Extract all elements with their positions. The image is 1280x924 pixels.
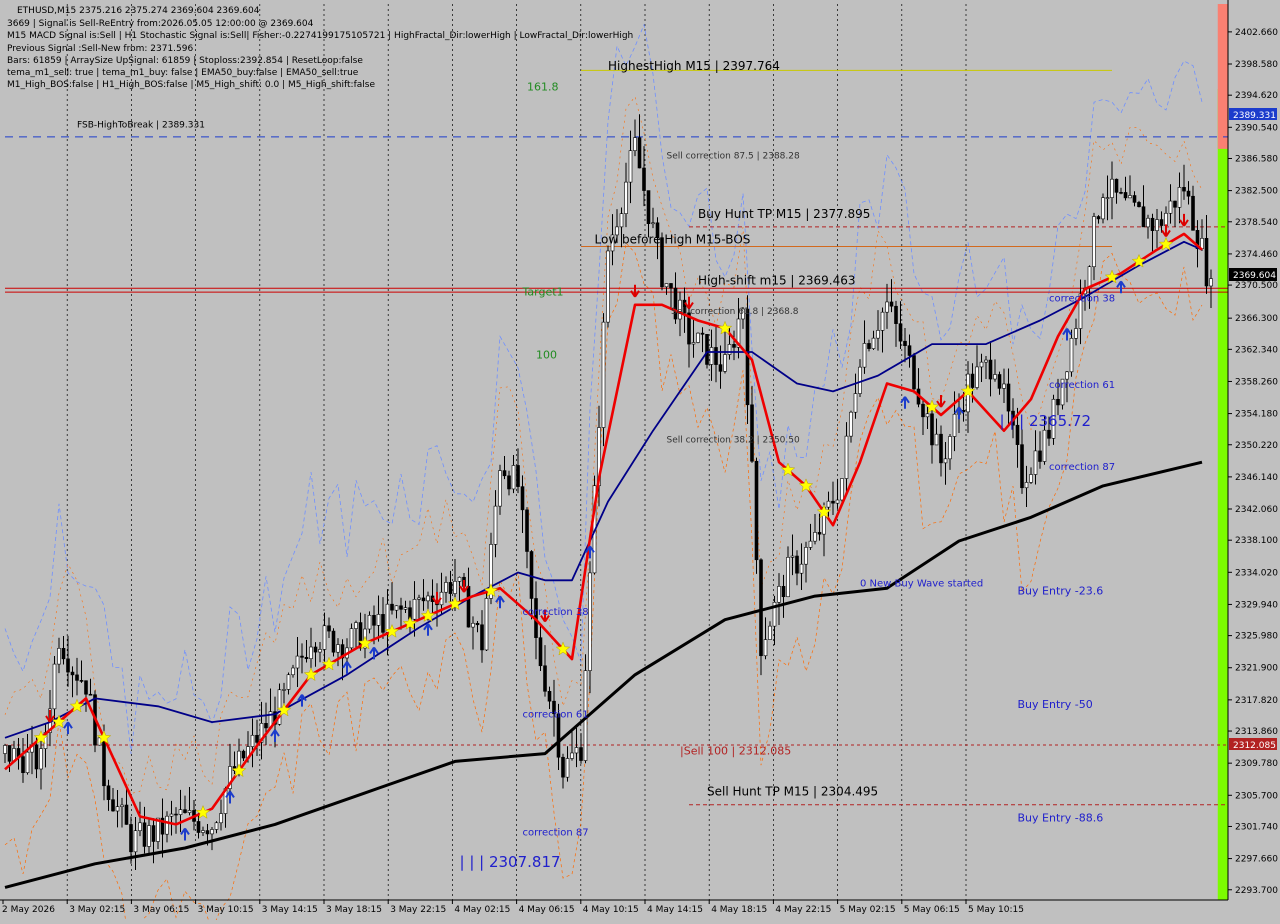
time-label: 2 May 2026: [2, 905, 55, 915]
candle: [696, 332, 700, 344]
price-label: 2370.500: [1235, 281, 1278, 291]
candle: [484, 591, 489, 652]
sell-hunt-label: Sell Hunt TP M15 | 2304.495: [707, 784, 878, 798]
time-label: 4 May 02:15: [454, 905, 510, 915]
price-label: 2378.540: [1235, 218, 1278, 228]
correction-61-b: correction 61: [1049, 380, 1115, 391]
info-line-1: 3669 | Signal is Sell-ReEntry from:2026.…: [7, 19, 314, 29]
price-label: 2394.620: [1235, 91, 1278, 101]
time-label: 4 May 10:15: [583, 905, 639, 915]
time-label: 5 May 02:15: [840, 905, 896, 915]
price-label: 2293.700: [1235, 886, 1278, 896]
price-axis[interactable]: 2402.660 2398.580 2394.620 2390.540 2386.580…: [1227, 0, 1280, 900]
price-label: 2317.820: [1235, 696, 1278, 706]
target-label: Target1: [522, 285, 564, 298]
candle: [1101, 193, 1105, 224]
price-label: 2325.980: [1235, 632, 1278, 642]
price-label: 2334.020: [1235, 568, 1278, 578]
price-label: 2366.300: [1235, 314, 1278, 324]
buy-entry-236: Buy Entry -23.6: [1018, 585, 1104, 598]
sell-100-price-tag-text: 2312.085: [1233, 741, 1276, 751]
candle: [592, 475, 597, 575]
info-line-2: M15 MACD Signal is:Sell | H1 Stochastic …: [7, 31, 633, 41]
price-label: 2362.340: [1235, 345, 1278, 355]
sell-correction-382: Sell correction 38.2 | 2350.50: [667, 436, 800, 446]
correction-38-a: correction 38: [523, 607, 589, 618]
time-label: 3 May 10:15: [198, 905, 254, 915]
price-label: 2338.100: [1235, 536, 1278, 546]
candle: [601, 313, 606, 447]
sell-correction-618: Sell correction 61.8 | 2368.8: [671, 307, 799, 317]
price-label: 2313.860: [1235, 727, 1278, 737]
buy-hunt-label: Buy Hunt TP M15 | 2377.895: [698, 207, 870, 221]
price-label: 2358.260: [1235, 377, 1278, 387]
price-label: 2297.660: [1235, 855, 1278, 865]
buy-entry-886: Buy Entry -88.6: [1018, 811, 1104, 824]
time-label: 4 May 22:15: [775, 905, 831, 915]
fib-1618-label: 161.8: [527, 81, 559, 94]
correction-61-a: correction 61: [523, 709, 589, 720]
candle: [606, 245, 610, 328]
correction-38-b: correction 38: [1049, 294, 1115, 305]
price-label: 2350.220: [1235, 441, 1278, 451]
time-label: 5 May 06:15: [904, 905, 960, 915]
time-label: 3 May 22:15: [390, 905, 446, 915]
time-label: 3 May 14:15: [262, 905, 318, 915]
time-label: 4 May 06:15: [519, 905, 575, 915]
highest-high-label: HighestHigh M15 | 2397.764: [608, 59, 780, 73]
trading-chart[interactable]: HighestHigh M15 | 2397.764 FSB-HighToBrea…: [0, 0, 1280, 924]
chart-canvas[interactable]: HighestHigh M15 | 2397.764 FSB-HighToBrea…: [0, 0, 1280, 924]
high-shift-label: High-shift m15 | 2369.463: [698, 273, 856, 287]
correction-87-a: correction 87: [523, 827, 589, 838]
price-label: 2309.780: [1235, 759, 1278, 769]
sell-correction-875: Sell correction 87.5 | 2388.28: [667, 151, 800, 161]
sell-100-label: |Sell 100 | 2312.085: [680, 744, 791, 757]
level-236572: | | | 2365.72: [1000, 412, 1092, 430]
fib-100-label: 100: [536, 348, 557, 361]
buy-entry-50: Buy Entry -50: [1018, 698, 1093, 711]
info-line-6: M1_High_BOS:false | H1_High_BOS:false | …: [7, 80, 375, 90]
time-label: 4 May 14:15: [647, 905, 703, 915]
price-label: 2386.580: [1235, 154, 1278, 164]
current-price-tag-text: 2369.604: [1233, 271, 1276, 281]
correction-87-b: correction 87: [1049, 462, 1115, 473]
price-label: 2382.500: [1235, 187, 1278, 197]
symbol-line: ETHUSD,M15 2375.216 2375.274 2369.604 23…: [17, 6, 260, 16]
price-label: 2346.140: [1235, 473, 1278, 483]
time-label: 5 May 10:15: [968, 905, 1024, 915]
candle: [912, 352, 916, 394]
fsb-price-tag-text: 2389.331: [1233, 111, 1276, 121]
price-label: 2398.580: [1235, 60, 1278, 70]
price-label: 2305.700: [1235, 791, 1278, 801]
time-label: 3 May 02:15: [69, 905, 125, 915]
new-buy-wave: 0 New Buy Wave started: [860, 579, 983, 590]
price-label: 2321.900: [1235, 664, 1278, 674]
price-label: 2342.060: [1235, 505, 1278, 515]
time-label: 3 May 18:15: [326, 905, 382, 915]
info-line-3: Previous Signal :Sell-New from: 2371.596: [7, 44, 193, 54]
level-2307817: | | | 2307.817: [460, 853, 561, 871]
candle: [331, 628, 336, 657]
info-line-4: Bars: 61859 | ArraySize UpSignal: 61859 …: [7, 56, 363, 66]
info-line-5: tema_m1_sell: true | tema_m1_buy: false …: [7, 68, 359, 78]
price-label: 2374.460: [1235, 250, 1278, 260]
price-label: 2301.740: [1235, 822, 1278, 832]
time-label: 4 May 18:15: [711, 905, 767, 915]
price-label: 2402.660: [1235, 28, 1278, 38]
time-label: 3 May 06:15: [133, 905, 189, 915]
price-label: 2354.180: [1235, 410, 1278, 420]
candle: [754, 457, 759, 574]
low-before-high-label: Low before High M15-BOS: [595, 232, 751, 246]
price-label: 2390.540: [1235, 123, 1278, 133]
fsb-label: FSB-HighToBreak | 2389.331: [77, 121, 205, 131]
price-label: 2329.940: [1235, 600, 1278, 610]
